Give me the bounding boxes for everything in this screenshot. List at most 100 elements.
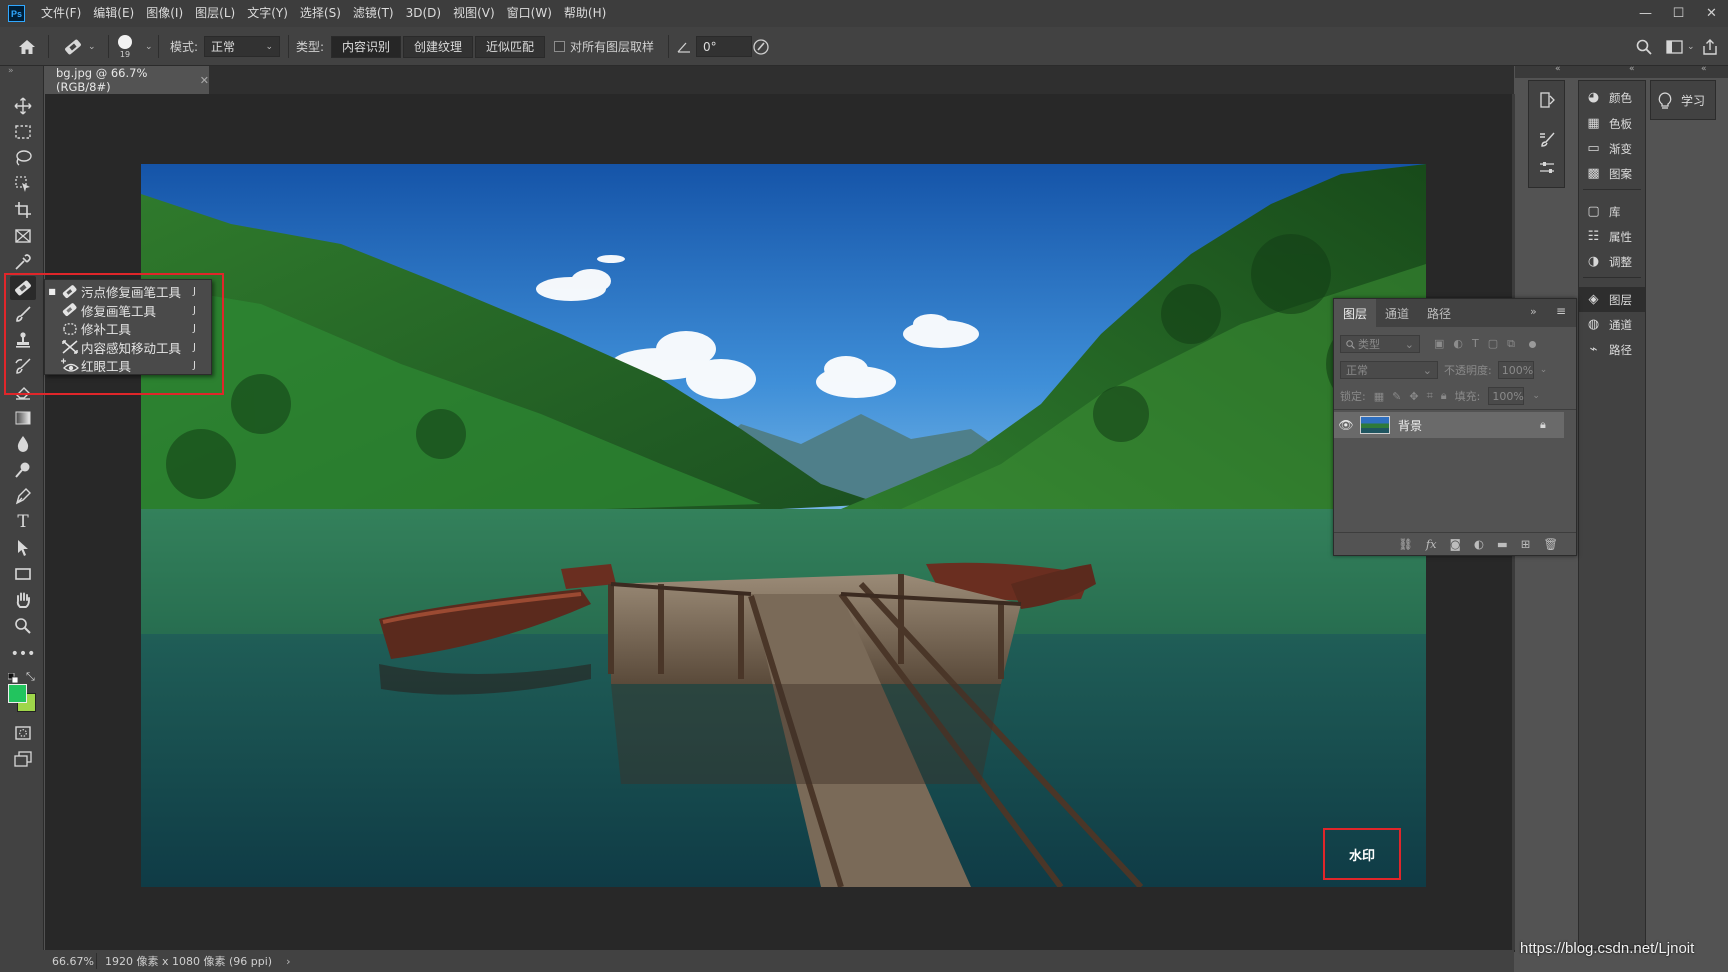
fx-icon[interactable]: fx [1426,537,1437,551]
lock-all-icon[interactable]: 🔒︎ [1441,389,1447,403]
minimize-button[interactable]: — [1629,0,1662,27]
object-selection-tool[interactable] [10,172,36,196]
filter-adjustment-icon[interactable]: ◐ [1453,337,1463,351]
frame-tool[interactable] [10,224,36,248]
rectangle-tool[interactable] [10,562,36,586]
new-layer-icon[interactable]: ⊞ [1521,537,1531,551]
document-tab[interactable]: bg.jpg @ 66.7%(RGB/8#) ✕ [44,66,209,94]
close-button[interactable]: ✕ [1695,0,1728,27]
adjustments-sliders-icon[interactable] [1538,159,1556,180]
opacity-input[interactable]: 100% [1497,361,1534,379]
menu-item[interactable]: 图像(I) [140,0,189,27]
collapse-toolbar-icon[interactable]: » [8,66,14,76]
filter-shape-icon[interactable]: ▢ [1488,337,1498,351]
angle-input[interactable]: 0° [696,36,752,57]
pen-tool[interactable] [10,484,36,508]
type-option-button[interactable]: 近似匹配 [475,35,546,58]
edit-toolbar-button[interactable]: ••• [10,642,36,666]
lock-artboard-icon[interactable]: ⌗ [1427,389,1433,403]
add-mask-icon[interactable]: ◙ [1450,537,1461,551]
close-tab-icon[interactable]: ✕ [200,74,209,87]
menu-item[interactable]: 3D(D) [400,0,447,27]
path-selection-tool[interactable] [10,536,36,560]
pressure-size-button[interactable] [752,27,770,66]
blend-mode-dropdown[interactable]: 正常 ⌄ [1340,361,1438,379]
dock-panel-button[interactable]: ◍ 通道 [1579,312,1645,337]
dodge-tool[interactable] [10,458,36,482]
move-tool[interactable] [10,94,36,118]
quick-mask-button[interactable] [10,721,36,745]
fill-input[interactable]: 100% [1488,387,1525,405]
workspace-button[interactable]: ⌄ [1666,27,1695,66]
menu-item[interactable]: 窗口(W) [501,0,558,27]
menu-item[interactable]: 选择(S) [294,0,347,27]
adjustment-layer-icon[interactable]: ◐ [1474,537,1484,551]
menu-item[interactable]: 视图(V) [447,0,501,27]
menu-item[interactable]: 图层(L) [189,0,241,27]
chevron-right-icon[interactable]: › [280,955,296,968]
blur-tool[interactable] [10,432,36,456]
chevron-down-icon[interactable]: ⌄ [1540,365,1548,375]
filter-pixel-icon[interactable]: ▣ [1434,337,1444,351]
gradient-tool[interactable] [10,406,36,430]
menu-item[interactable]: 文字(Y) [241,0,294,27]
dock-panel-button[interactable]: ◈ 图层 [1579,287,1645,312]
chevron-down-icon[interactable]: ⌄ [1532,391,1540,401]
filter-type-icon[interactable]: T [1472,337,1479,351]
lock-paint-icon[interactable]: ✎ [1392,390,1401,403]
menu-item[interactable]: 滤镜(T) [347,0,400,27]
flyout-item[interactable]: 红眼工具 J [45,356,211,375]
brush-settings-icon[interactable] [1538,131,1556,152]
lock-transparent-icon[interactable]: ▦ [1374,390,1384,403]
angle-control[interactable]: 0° [677,27,752,66]
panel-menu-icon[interactable]: ≡ [1556,304,1566,318]
eyedropper-tool[interactable] [10,250,36,274]
tool-preset-picker[interactable]: ⌄ [62,27,96,66]
search-button[interactable] [1636,27,1652,66]
dock-panel-button[interactable]: ▦ 色板 [1579,111,1645,136]
menu-item[interactable]: 文件(F) [35,0,87,27]
dock-panel-button[interactable]: ☷ 属性 [1579,224,1645,249]
lock-position-icon[interactable]: ✥ [1409,390,1418,403]
share-button[interactable] [1702,27,1718,66]
mode-dropdown[interactable]: 正常 ⌄ [204,36,280,57]
layers-panel-tab[interactable]: 图层 [1334,299,1377,327]
menu-item[interactable]: 帮助(H) [558,0,612,27]
zoom-level[interactable]: 66.67% [44,955,96,968]
type-option-button[interactable]: 内容识别 [331,35,402,58]
home-button[interactable] [18,27,36,66]
new-group-icon[interactable]: ▬ [1497,537,1508,551]
dock-panel-button[interactable]: ◑ 调整 [1579,249,1645,274]
hand-tool[interactable] [10,588,36,612]
maximize-button[interactable]: ☐ [1662,0,1695,27]
swap-colors-icon[interactable]: ⤡ [26,670,35,684]
layers-panel-tab[interactable]: 路径 [1418,299,1460,327]
crop-tool[interactable] [10,198,36,222]
document-image[interactable] [141,164,1426,887]
collapse-panel-icon[interactable]: » [1530,305,1537,318]
delete-layer-icon[interactable]: 🗑︎ [1543,537,1558,551]
brush-size-picker[interactable]: 19 [118,27,132,66]
flyout-item[interactable]: 内容感知移动工具 J [45,338,211,357]
dock-panel-button[interactable]: ▩ 图案 [1579,161,1645,186]
screen-mode-button[interactable] [10,747,36,771]
flyout-item[interactable]: 修复画笔工具 J [45,301,211,320]
dock-panel-button[interactable]: ▢ 库 [1579,199,1645,224]
layer-filter-dropdown[interactable]: 类型 ⌄ [1340,335,1420,353]
flyout-item[interactable]: 修补工具 J [45,319,211,338]
dock-panel-button[interactable]: ◕ 颜色 [1579,85,1645,110]
zoom-tool[interactable] [10,614,36,638]
learn-panel-button[interactable]: 学习 [1657,88,1705,113]
foreground-color-swatch[interactable] [8,684,27,703]
marquee-tool[interactable] [10,120,36,144]
type-option-button[interactable]: 创建纹理 [403,35,474,58]
dock-panel-button[interactable]: ▭ 渐变 [1579,136,1645,161]
link-layers-icon[interactable]: ⛓︎ [1398,537,1413,551]
menu-item[interactable]: 编辑(E) [87,0,140,27]
filter-toggle-icon[interactable] [1529,340,1537,348]
lasso-tool[interactable] [10,146,36,170]
visibility-eye-icon[interactable]: 👁︎ [1334,418,1358,432]
layer-row[interactable]: 👁︎ 背景 🔒︎ [1334,412,1564,438]
flyout-item[interactable]: ■ 污点修复画笔工具 J [45,282,211,301]
sample-all-checkbox[interactable] [554,41,565,52]
